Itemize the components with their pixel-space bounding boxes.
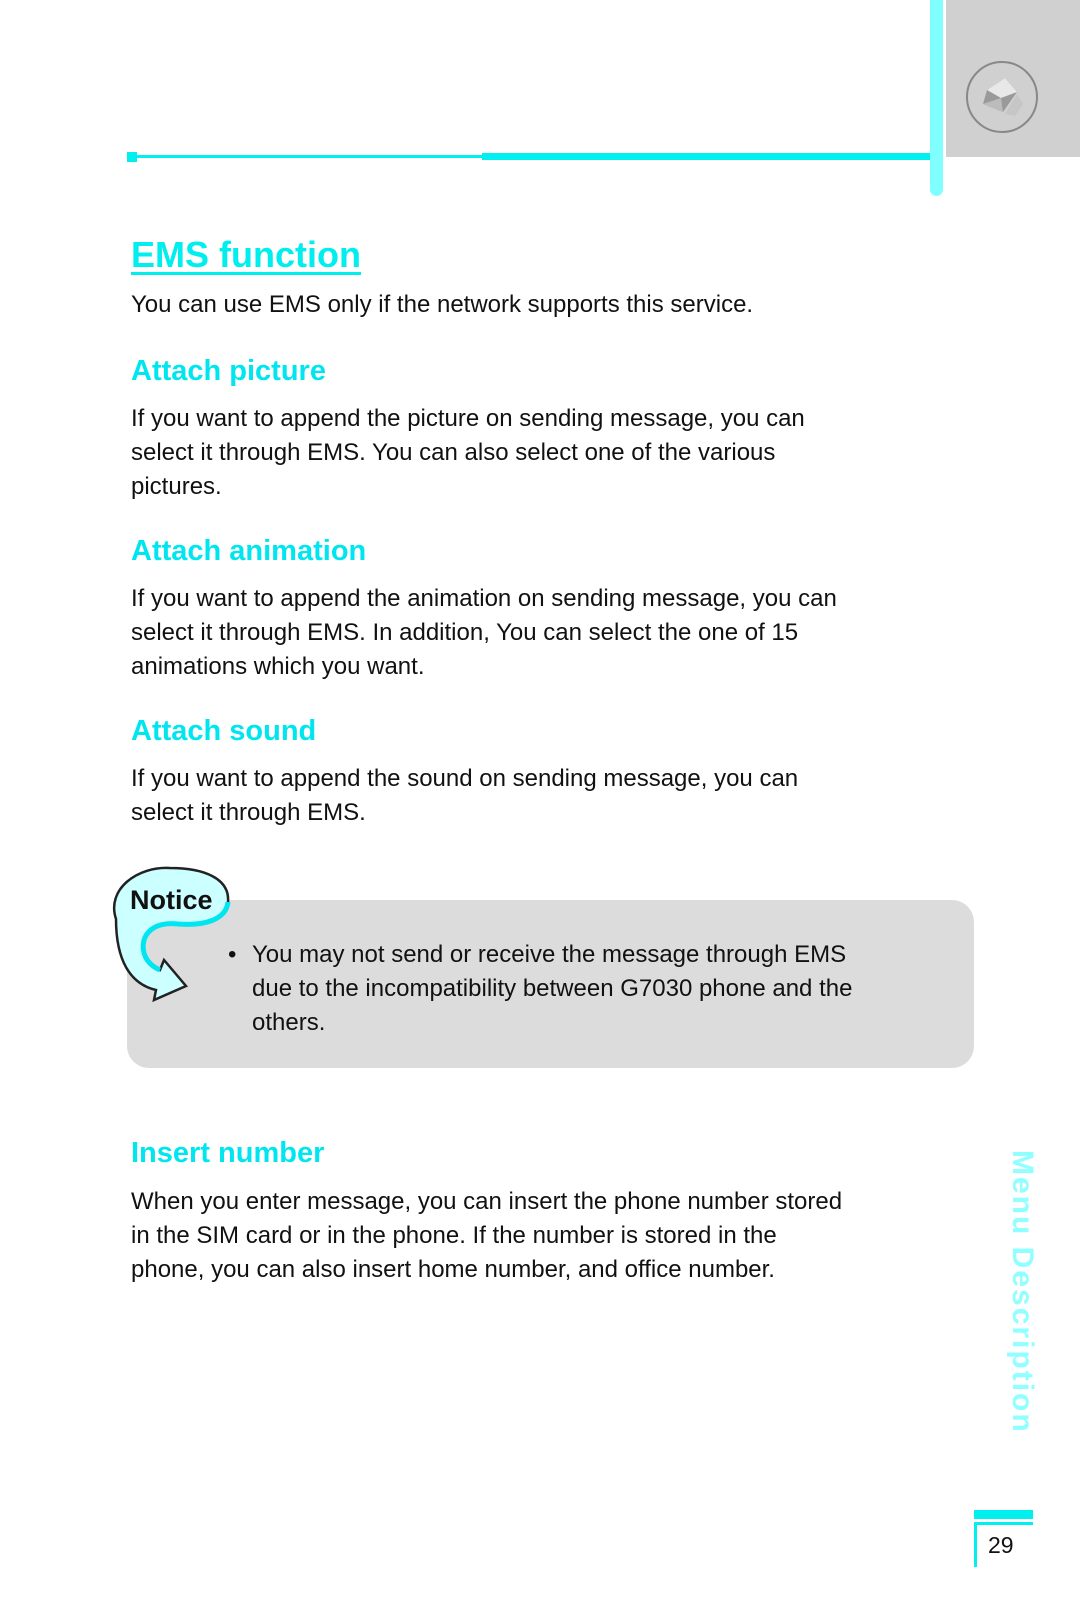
- text-line: If you want to append the picture on sen…: [131, 405, 805, 432]
- heading-insert-number: Insert number: [131, 1137, 325, 1169]
- header-rule-thin: [130, 155, 485, 158]
- page-number-rule-vertical: [974, 1522, 977, 1567]
- attach-sound-text: If you want to append the sound on sendi…: [131, 762, 961, 830]
- text-line: When you enter message, you can insert t…: [131, 1188, 843, 1215]
- text-line: You may not send or receive the message …: [252, 941, 847, 968]
- text-line: select it through EMS.: [131, 799, 366, 826]
- bullet-icon: •: [228, 941, 237, 968]
- text-line: select it through EMS. You can also sele…: [131, 439, 776, 466]
- text-line: If you want to append the sound on sendi…: [131, 765, 799, 792]
- notice-label: Notice: [130, 885, 213, 915]
- attach-picture-text: If you want to append the picture on sen…: [131, 402, 961, 504]
- notice-text: • You may not send or receive the messag…: [228, 938, 982, 1040]
- text-line: If you want to append the animation on s…: [131, 585, 837, 612]
- attach-animation-text: If you want to append the animation on s…: [131, 582, 961, 684]
- page-number-bar: [974, 1510, 1033, 1519]
- page-number-rule: [974, 1522, 1033, 1525]
- insert-number-text: When you enter message, you can insert t…: [131, 1185, 961, 1287]
- header-rule-thick: [482, 153, 930, 160]
- text-line: animations which you want.: [131, 653, 425, 680]
- page-number: 29: [988, 1532, 1014, 1558]
- envelope-icon: [966, 61, 1038, 133]
- heading-attach-animation: Attach animation: [131, 535, 367, 567]
- heading-attach-picture: Attach picture: [131, 355, 326, 387]
- text-line: in the SIM card or in the phone. If the …: [131, 1222, 777, 1249]
- text-line: others.: [252, 1009, 326, 1036]
- side-section-label: Menu Description: [1006, 1150, 1039, 1434]
- page-title: EMS function: [131, 234, 361, 275]
- heading-attach-sound: Attach sound: [131, 715, 317, 747]
- text-line: phone, you can also insert home number, …: [131, 1256, 775, 1283]
- text-line: pictures.: [131, 473, 222, 500]
- notice-badge: Notice: [113, 866, 231, 1003]
- header-vertical-bar: [930, 0, 943, 196]
- text-line: due to the incompatibility between G7030…: [252, 975, 853, 1002]
- intro-text: You can use EMS only if the network supp…: [131, 291, 754, 318]
- text-line: select it through EMS. In addition, You …: [131, 619, 799, 646]
